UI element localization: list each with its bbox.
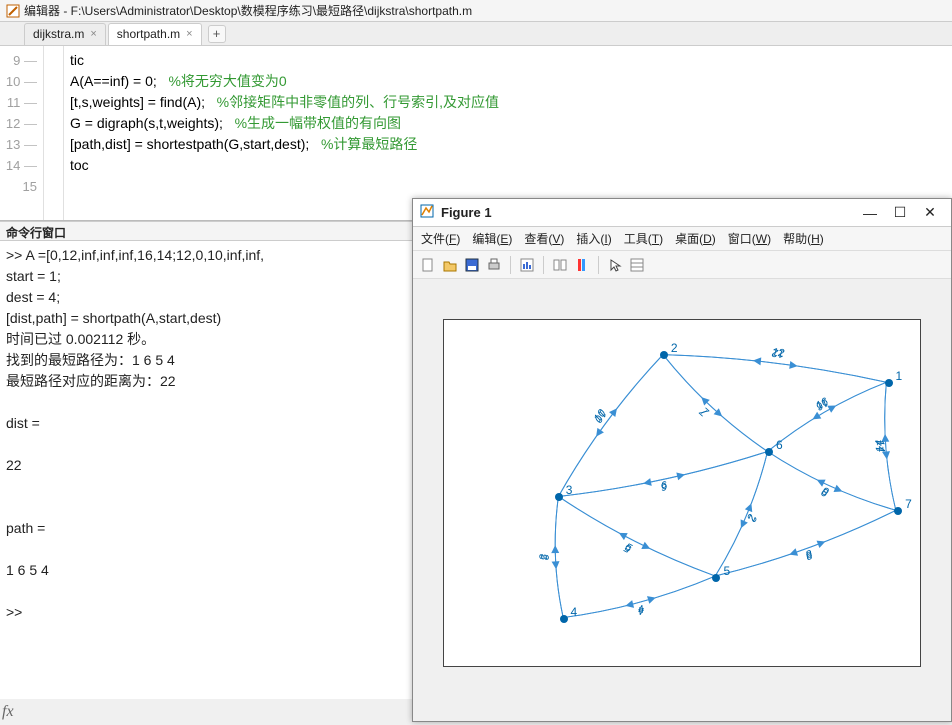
figure-title-bar[interactable]: Figure 1 — ☐ ✕ — [413, 199, 951, 227]
figure-menu-bar: 文件(F) 编辑(E) 查看(V) 插入(I) 工具(T) 桌面(D) 窗口(W) 帮助(H) — [413, 227, 951, 251]
figure-title: Figure 1 — [441, 205, 492, 220]
command-window-title: 命令行窗口 — [6, 226, 66, 240]
code-area[interactable]: ticA(A==inf) = 0; %将无穷大值变为0[t,s,weights]… — [64, 46, 952, 220]
print-icon[interactable] — [485, 256, 503, 274]
property-inspector-icon[interactable] — [628, 256, 646, 274]
figure-axes[interactable]: 121216161414101077335566442288991234567 — [443, 319, 921, 667]
minimize-button[interactable]: — — [855, 205, 885, 221]
close-icon[interactable]: × — [186, 28, 192, 40]
save-icon[interactable] — [463, 256, 481, 274]
graph-node-label: 5 — [723, 564, 730, 578]
close-button[interactable]: ✕ — [915, 204, 945, 221]
fx-indicator: fx — [2, 703, 14, 721]
graph-node — [560, 615, 568, 623]
graph-node-label: 7 — [905, 497, 912, 511]
graph-node — [660, 351, 668, 359]
pointer-icon[interactable] — [606, 256, 624, 274]
edit-plot-icon[interactable] — [518, 256, 536, 274]
figure-toolbar — [413, 251, 951, 279]
line-number-gutter: 9 —10 —11 —12 —13 —14 —15 — [0, 46, 44, 220]
figure-menu-item[interactable]: 插入(I) — [576, 230, 611, 247]
tab-dijkstra[interactable]: dijkstra.m × — [24, 23, 106, 45]
graph-node-label: 6 — [776, 438, 783, 452]
edge-weight: 12 — [771, 346, 785, 359]
figure-menu-item[interactable]: 文件(F) — [421, 230, 460, 247]
graph-node-label: 2 — [671, 341, 678, 355]
graph-node-label: 4 — [571, 605, 578, 619]
figure-menu-item[interactable]: 工具(T) — [624, 230, 663, 247]
tab-label: shortpath.m — [117, 27, 180, 41]
link-plot-icon[interactable] — [551, 256, 569, 274]
tab-shortpath[interactable]: shortpath.m × — [108, 23, 202, 45]
editor-pane: 9 —10 —11 —12 —13 —14 —15 ticA(A==inf) =… — [0, 46, 952, 221]
insert-colorbar-icon[interactable] — [573, 256, 591, 274]
figure-menu-item[interactable]: 桌面(D) — [675, 230, 716, 247]
graph-node-label: 3 — [566, 483, 573, 497]
figure-menu-item[interactable]: 查看(V) — [524, 230, 564, 247]
figure-menu-item[interactable]: 帮助(H) — [783, 230, 824, 247]
tab-label: dijkstra.m — [33, 27, 84, 41]
edge-weight: 3 — [538, 554, 550, 561]
open-file-icon[interactable] — [441, 256, 459, 274]
new-file-icon[interactable] — [419, 256, 437, 274]
close-icon[interactable]: × — [90, 28, 96, 40]
graph-node-label: 1 — [896, 369, 903, 383]
edge-weight: 14 — [873, 439, 886, 452]
tab-add-button[interactable]: + — [208, 25, 226, 43]
maximize-button[interactable]: ☐ — [885, 204, 915, 221]
editor-tab-strip: dijkstra.m × shortpath.m × + — [0, 22, 952, 46]
figure-icon — [419, 203, 435, 222]
editor-title-bar: 编辑器 - F:\Users\Administrator\Desktop\数模程… — [0, 0, 952, 22]
figure-menu-item[interactable]: 窗口(W) — [728, 230, 771, 247]
graph-node — [885, 379, 893, 387]
breakpoint-gutter[interactable] — [44, 46, 64, 220]
figure-window[interactable]: Figure 1 — ☐ ✕ 文件(F) 编辑(E) 查看(V) 插入(I) 工具(T)… — [412, 198, 952, 722]
editor-icon — [6, 4, 20, 18]
editor-title: 编辑器 - F:\Users\Administrator\Desktop\数模程… — [24, 2, 472, 19]
graph-node — [712, 574, 720, 582]
figure-menu-item[interactable]: 编辑(E) — [472, 230, 512, 247]
